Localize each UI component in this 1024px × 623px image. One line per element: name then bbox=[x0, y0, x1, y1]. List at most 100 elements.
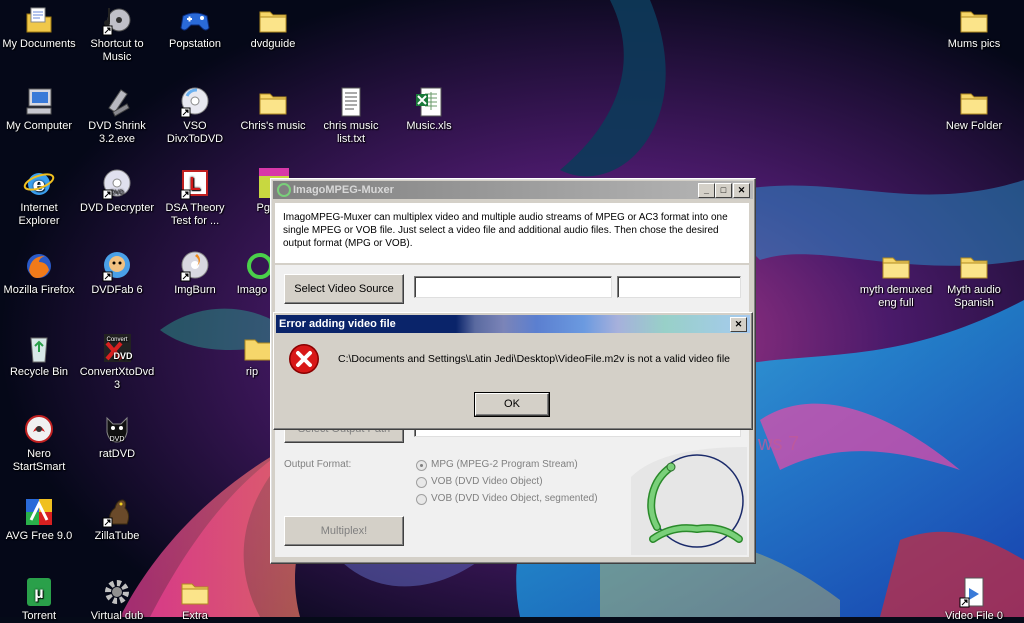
desktop-icon-dvd-decrypter[interactable]: DVD DVD Decrypter bbox=[78, 168, 156, 215]
desktop-icon-extra[interactable]: Extra bbox=[156, 576, 234, 623]
svg-text:DVD: DVD bbox=[113, 351, 133, 361]
desktop-icon-my-documents[interactable]: My Documents bbox=[0, 4, 78, 51]
video-info-field[interactable] bbox=[617, 276, 741, 298]
folder-icon bbox=[257, 86, 289, 118]
desktop-icon-dsa-theory-test[interactable]: L DSA Theory Test for ... bbox=[156, 168, 234, 228]
desktop-icon-vso-divxtodvd[interactable]: VSO DivxToDVD bbox=[156, 86, 234, 146]
recycle-bin-icon bbox=[23, 332, 55, 364]
desktop-icon-label: DVD Shrink 3.2.exe bbox=[88, 120, 146, 145]
desktop-icon-label: Mums pics bbox=[947, 38, 1001, 50]
video-source-field[interactable] bbox=[414, 276, 612, 298]
muxer-title: ImagoMPEG-Muxer bbox=[293, 184, 394, 196]
desktop-icon-label: Myth audio Spanish bbox=[947, 284, 1001, 309]
desktop-icon-label: myth demuxed eng full bbox=[859, 284, 933, 309]
utorrent-icon: µ bbox=[23, 576, 55, 608]
desktop-icon-label: ZillaTube bbox=[94, 530, 140, 542]
desktop-icon-rip[interactable]: rip bbox=[234, 332, 270, 379]
desktop-icon-label: New Folder bbox=[945, 120, 1003, 132]
desktop-icon-label: ConvertXtoDvd 3 bbox=[79, 366, 155, 391]
gamepad-icon bbox=[179, 4, 211, 36]
desktop-icon-label: rip bbox=[245, 366, 259, 378]
desktop-icon-mozilla-firefox[interactable]: Mozilla Firefox bbox=[0, 250, 78, 297]
format-radio-mpg[interactable] bbox=[416, 460, 427, 471]
ratdvd-icon: DVD bbox=[101, 414, 133, 446]
zillatube-icon bbox=[101, 496, 133, 528]
folder-icon bbox=[958, 86, 990, 118]
error-message: C:\Documents and Settings\Latin Jedi\Des… bbox=[338, 353, 731, 365]
desktop-icon-label: Chris's music bbox=[240, 120, 306, 132]
ok-button[interactable]: OK bbox=[474, 392, 550, 417]
error-close-button[interactable]: ✕ bbox=[730, 317, 747, 332]
maximize-button[interactable]: □ bbox=[715, 183, 732, 198]
internet-explorer-icon: e bbox=[23, 168, 55, 200]
desktop-icon-new-folder[interactable]: New Folder bbox=[935, 86, 1013, 133]
desktop-icon-imago[interactable]: Imago bbox=[234, 250, 270, 297]
desktop-icon-dvdfab[interactable]: DVDFab 6 bbox=[78, 250, 156, 297]
desktop-icon-label: DVDFab 6 bbox=[91, 284, 143, 296]
format-option-vob: VOB (DVD Video Object) bbox=[431, 476, 543, 487]
desktop-icon-myth-audio-spanish[interactable]: Myth audio Spanish bbox=[935, 250, 1013, 310]
disc-icon bbox=[179, 250, 211, 282]
multiplex-button[interactable]: Multiplex! bbox=[284, 516, 404, 546]
my-documents-icon bbox=[23, 4, 55, 36]
desktop-icon-chriss-music[interactable]: Chris's music bbox=[234, 86, 312, 133]
format-option-vob-segmented: VOB (DVD Video Object, segmented) bbox=[431, 493, 598, 504]
error-dialog-title-bar[interactable]: Error adding video file ✕ bbox=[276, 315, 750, 333]
desktop-icon-imgburn[interactable]: ImgBurn bbox=[156, 250, 234, 297]
desktop-icon-internet-explorer[interactable]: e Internet Explorer bbox=[0, 168, 78, 228]
desktop-icon-nero-startsmart[interactable]: Nero StartSmart bbox=[0, 414, 78, 474]
desktop-icon-label: dvdguide bbox=[250, 38, 296, 50]
format-radio-vob[interactable] bbox=[416, 477, 427, 488]
excel-file-icon bbox=[413, 86, 445, 118]
desktop-icon-dvd-shrink[interactable]: DVD Shrink 3.2.exe bbox=[78, 86, 156, 146]
svg-text:L: L bbox=[190, 174, 201, 194]
desktop-icon-label: My Documents bbox=[2, 38, 76, 50]
desktop-icon-label: DVD Decrypter bbox=[80, 202, 154, 214]
imago-logo bbox=[631, 447, 747, 555]
desktop-icon-label: Shortcut to Music bbox=[90, 38, 144, 63]
minimize-button[interactable]: _ bbox=[698, 183, 715, 198]
error-icon bbox=[289, 344, 319, 374]
desktop-icon-convertxtodvd[interactable]: Convert DVD ConvertXtoDvd 3 bbox=[78, 332, 156, 392]
dsa-icon: L bbox=[179, 168, 211, 200]
desktop-icon-shortcut-to-music[interactable]: Shortcut to Music bbox=[78, 4, 156, 64]
desktop-icon-label: chris music list.txt bbox=[323, 120, 379, 145]
format-option-mpg: MPG (MPEG-2 Program Stream) bbox=[431, 459, 578, 470]
desktop-icon-avg-free[interactable]: AVG Free 9.0 bbox=[0, 496, 78, 543]
desktop-icon-virtual-dub[interactable]: Virtual dub bbox=[78, 576, 156, 623]
desktop-icon-chris-music-list[interactable]: chris music list.txt bbox=[312, 86, 390, 146]
desktop-icon-popstation[interactable]: Popstation bbox=[156, 4, 234, 51]
disc-icon: DVD bbox=[101, 168, 133, 200]
desktop-icon-label: Nero StartSmart bbox=[12, 448, 66, 473]
folder-icon bbox=[958, 250, 990, 282]
app-icon bbox=[240, 250, 270, 282]
desktop-icon-recycle-bin[interactable]: Recycle Bin bbox=[0, 332, 78, 379]
desktop-icon-music-xls[interactable]: Music.xls bbox=[390, 86, 468, 133]
desktop-icon-mums-pics[interactable]: Mums pics bbox=[935, 4, 1013, 51]
folder-icon bbox=[179, 576, 211, 608]
desktop-icon-video-file[interactable]: Video File 0 bbox=[935, 576, 1013, 623]
desktop-icon-dvdguide[interactable]: dvdguide bbox=[234, 4, 312, 51]
folder-icon bbox=[242, 332, 270, 364]
desktop-icon-my-computer[interactable]: My Computer bbox=[0, 86, 78, 133]
folder-icon bbox=[958, 4, 990, 36]
desktop-icon-label: ImgBurn bbox=[174, 284, 216, 296]
close-button[interactable]: ✕ bbox=[733, 183, 750, 198]
gear-icon bbox=[101, 576, 133, 608]
desktop-icon-ratdvd[interactable]: DVD ratDVD bbox=[78, 414, 156, 461]
computer-icon bbox=[23, 86, 55, 118]
music-shortcut-icon bbox=[101, 4, 133, 36]
format-radio-vob-segmented[interactable] bbox=[416, 494, 427, 505]
desktop-icon-label: ratDVD bbox=[98, 448, 136, 460]
desktop-icon-zillatube[interactable]: ZillaTube bbox=[78, 496, 156, 543]
desktop-icon-label: Mozilla Firefox bbox=[3, 284, 75, 296]
dvdfab-icon bbox=[101, 250, 133, 282]
folder-icon bbox=[880, 250, 912, 282]
desktop-icon-label: Popstation bbox=[169, 38, 221, 50]
desktop-icon-label: Internet Explorer bbox=[18, 202, 60, 227]
desktop-icon-myth-demuxed[interactable]: myth demuxed eng full bbox=[857, 250, 935, 310]
desktop-icon-utorrent[interactable]: µ Torrent bbox=[0, 576, 78, 623]
muxer-title-bar[interactable]: ImagoMPEG-Muxer _ □ ✕ bbox=[273, 181, 753, 199]
select-video-source-button[interactable]: Select Video Source bbox=[284, 274, 404, 304]
disc-icon bbox=[179, 86, 211, 118]
